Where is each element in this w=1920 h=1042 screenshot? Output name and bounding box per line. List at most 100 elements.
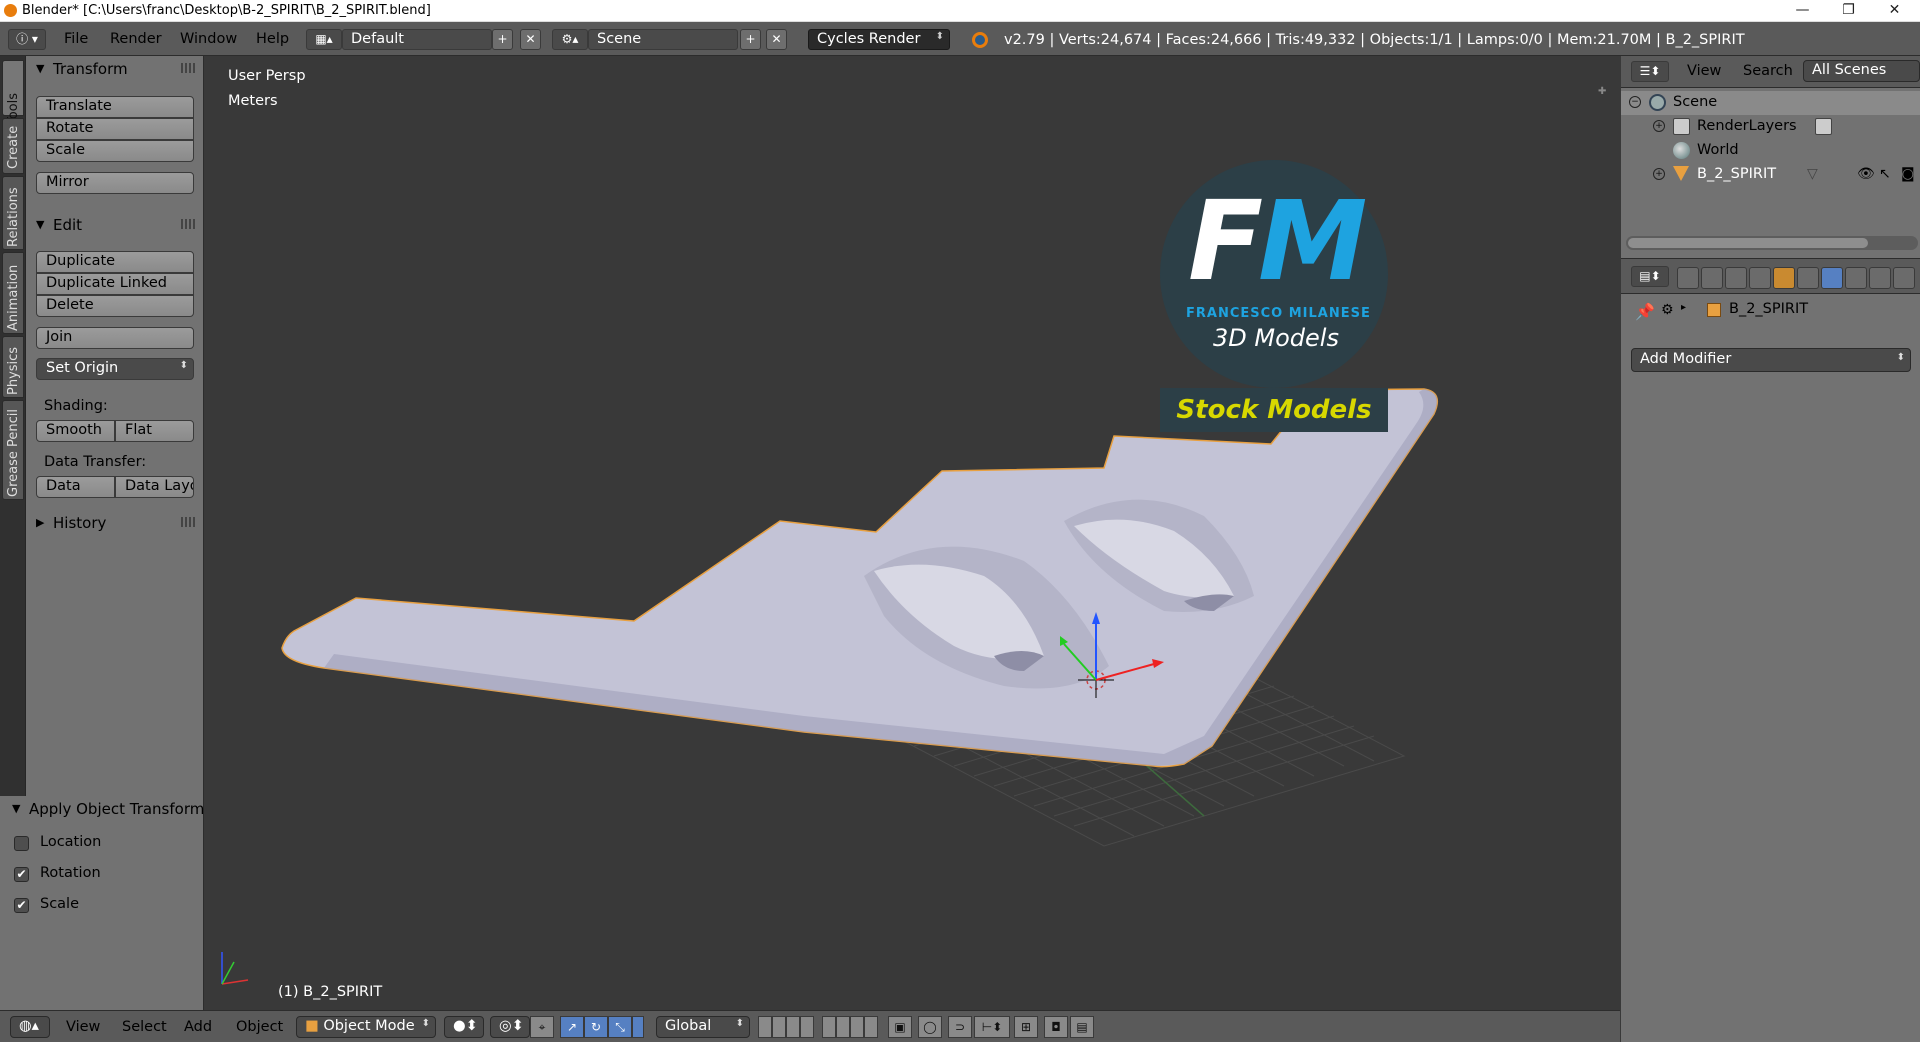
layers-grid-2[interactable] <box>822 1016 878 1038</box>
screen-layout-field[interactable]: Default <box>342 29 492 50</box>
editor-type-3d-icon[interactable]: ◍▴ <box>10 1016 50 1038</box>
scene-selector-icon[interactable]: ⚙▴ <box>552 29 588 50</box>
mode-select[interactable]: ■ Object Mode ⬍ <box>296 1016 436 1038</box>
pin-icon[interactable]: 📌 <box>1635 302 1655 321</box>
scale-button[interactable]: Scale <box>36 140 194 162</box>
scale-manipulator-icon[interactable]: ⤡ <box>608 1016 632 1038</box>
translate-manipulator-icon[interactable]: ↗ <box>560 1016 584 1038</box>
outliner-display-mode-select[interactable]: All Scenes <box>1803 60 1920 82</box>
rotate-button[interactable]: Rotate <box>36 118 194 140</box>
data-tab-icon[interactable] <box>1845 267 1867 289</box>
rotate-manipulator-icon[interactable]: ↻ <box>584 1016 608 1038</box>
outliner-row-renderlayers[interactable]: + RenderLayers <box>1621 115 1920 139</box>
manipulator-extra-icon[interactable] <box>632 1016 644 1038</box>
menu-help[interactable]: Help <box>256 31 289 47</box>
delete-button[interactable]: Delete <box>36 295 194 317</box>
outliner-scrollbar[interactable] <box>1626 236 1918 250</box>
minimize-button[interactable]: — <box>1780 0 1825 22</box>
add-layout-icon[interactable]: + <box>492 29 513 50</box>
editor-type-properties-icon[interactable]: ▤⬍ <box>1631 266 1669 287</box>
tab-relations[interactable]: Relations <box>2 176 24 250</box>
data-layout-button[interactable]: Data Layo <box>115 476 194 498</box>
visibility-eye-icon[interactable]: 👁 <box>1857 166 1875 182</box>
menu-file[interactable]: File <box>64 31 88 47</box>
scene-tab-icon[interactable] <box>1725 267 1747 289</box>
collapse-triangle-icon[interactable]: ▼ <box>12 802 20 815</box>
outliner-row-world[interactable]: World <box>1621 139 1920 163</box>
set-origin-select[interactable]: Set Origin ⬍ <box>36 358 194 380</box>
render-still-icon[interactable]: ◘ <box>1044 1016 1068 1038</box>
menu-render[interactable]: Render <box>110 31 162 47</box>
duplicate-linked-button[interactable]: Duplicate Linked <box>36 273 194 295</box>
add-modifier-select[interactable]: Add Modifier ⬍ <box>1631 348 1911 372</box>
object-tab-icon[interactable] <box>1773 267 1795 289</box>
close-button[interactable]: ✕ <box>1872 0 1917 22</box>
smooth-button[interactable]: Smooth <box>36 420 115 442</box>
orientation-select[interactable]: Global ⬍ <box>656 1016 750 1038</box>
outliner-search-menu[interactable]: Search <box>1743 63 1793 79</box>
drag-grip-icon[interactable] <box>181 63 196 73</box>
drag-grip-icon[interactable] <box>181 219 196 229</box>
editor-type-info-icon[interactable]: ⓘ ▾ <box>8 29 46 50</box>
francesco-milanese-logo: F M FRANCESCO MILANESE 3D Models <box>1160 160 1388 388</box>
snap-target-icon[interactable]: ⊞ <box>1014 1016 1038 1038</box>
snap-element-select[interactable]: ⊢⬍ <box>974 1016 1010 1038</box>
expand-icon[interactable]: + <box>1653 168 1665 180</box>
screen-layout-icon[interactable]: ▦▴ <box>306 29 342 50</box>
menu-view[interactable]: View <box>66 1019 100 1035</box>
render-animation-icon[interactable]: ▤ <box>1070 1016 1094 1038</box>
manipulator-toggle-icon[interactable]: ⌖ <box>530 1016 554 1038</box>
remove-scene-icon[interactable]: ✕ <box>766 29 787 50</box>
scale-checkbox[interactable]: ✔ <box>14 898 29 913</box>
tab-physics[interactable]: Physics <box>2 336 24 398</box>
duplicate-button[interactable]: Duplicate <box>36 251 194 273</box>
snap-toggle-icon[interactable]: ⊃ <box>948 1016 972 1038</box>
translate-button[interactable]: Translate <box>36 96 194 118</box>
proportional-edit-icon[interactable]: ◯ <box>918 1016 942 1038</box>
data-button[interactable]: Data <box>36 476 115 498</box>
outliner-view-menu[interactable]: View <box>1687 63 1721 79</box>
renderability-camera-icon[interactable]: ◙ <box>1901 166 1915 182</box>
material-tab-icon[interactable] <box>1869 267 1891 289</box>
render-layers-tab-icon[interactable] <box>1701 267 1723 289</box>
scene-field[interactable]: Scene <box>588 29 738 50</box>
remove-layout-icon[interactable]: ✕ <box>520 29 541 50</box>
tab-grease-pencil[interactable]: Grease Pencil <box>2 400 24 500</box>
tab-create[interactable]: Create <box>2 118 24 174</box>
menu-window[interactable]: Window <box>180 31 237 47</box>
mirror-button[interactable]: Mirror <box>36 172 194 194</box>
render-engine-select[interactable]: Cycles Render ⬍ <box>808 29 950 50</box>
layers-grid-1[interactable] <box>758 1016 814 1038</box>
editor-type-outliner-icon[interactable]: ☰⬍ <box>1631 61 1669 82</box>
outliner-row-scene[interactable]: − Scene <box>1621 91 1920 115</box>
drag-grip-icon[interactable] <box>181 517 196 527</box>
menu-select[interactable]: Select <box>122 1019 167 1035</box>
tab-tools[interactable]: Tools <box>2 60 24 125</box>
3d-viewport[interactable]: User Persp Meters ✚ F M FRANCESCO MILANE… <box>204 56 1621 1010</box>
outliner-row-b2-spirit[interactable]: + B_2_SPIRIT ▽ 👁 ↖ ◙ <box>1621 163 1920 187</box>
world-tab-icon[interactable] <box>1749 267 1771 289</box>
viewport-shading-select[interactable]: ●⬍ <box>444 1016 484 1038</box>
add-scene-icon[interactable]: + <box>740 29 761 50</box>
rotation-checkbox[interactable]: ✔ <box>14 867 29 882</box>
selectability-cursor-icon[interactable]: ↖ <box>1879 166 1891 182</box>
transform-panel-header[interactable]: ▼ Transform <box>26 58 204 82</box>
texture-tab-icon[interactable] <box>1893 267 1915 289</box>
expand-icon[interactable]: + <box>1653 120 1665 132</box>
restore-button[interactable]: ❐ <box>1826 0 1871 22</box>
tab-animation[interactable]: Animation <box>2 252 24 334</box>
menu-add[interactable]: Add <box>184 1019 212 1035</box>
lock-layers-icon[interactable]: ▣ <box>888 1016 912 1038</box>
scrollbar-thumb[interactable] <box>1628 238 1868 248</box>
flat-button[interactable]: Flat <box>115 420 194 442</box>
collapse-icon[interactable]: − <box>1629 96 1641 108</box>
modifiers-tab-icon[interactable] <box>1821 267 1843 289</box>
location-checkbox[interactable] <box>14 836 29 851</box>
menu-object[interactable]: Object <box>236 1019 283 1035</box>
join-button[interactable]: Join <box>36 327 194 349</box>
render-tab-icon[interactable] <box>1677 267 1699 289</box>
constraints-tab-icon[interactable] <box>1797 267 1819 289</box>
pivot-point-select[interactable]: ◎⬍ <box>490 1016 530 1038</box>
history-panel-header[interactable]: ▶ History <box>26 512 204 536</box>
edit-panel-header[interactable]: ▼ Edit <box>26 214 204 238</box>
